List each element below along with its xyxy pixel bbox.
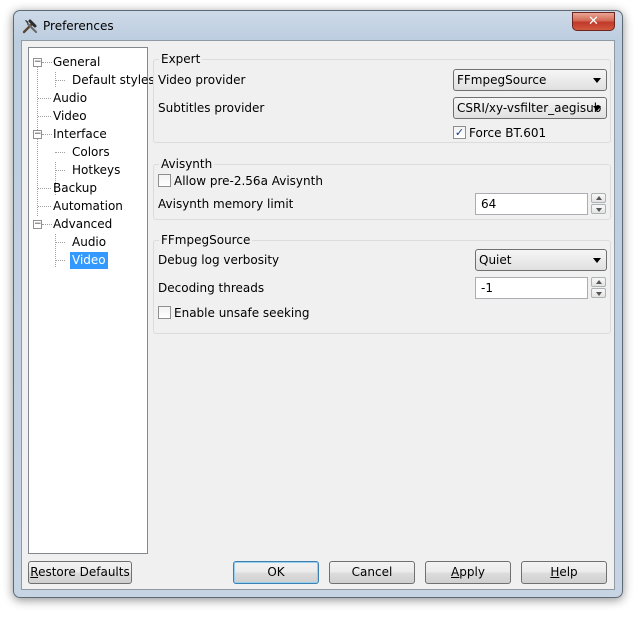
video-provider-label: Video provider <box>158 73 246 87</box>
decoding-threads-label: Decoding threads <box>158 281 265 295</box>
tree-line <box>55 234 56 267</box>
subtitles-provider-dropdown[interactable]: CSRI/xy-vsfilter_aegisub <box>453 97 607 119</box>
checkmark-icon: ✓ <box>454 126 465 139</box>
help-label: elp <box>559 565 578 579</box>
close-icon: ✕ <box>588 14 599 29</box>
title-bar[interactable]: Preferences ✕ <box>14 11 622 41</box>
allow-pre-avisynth-label[interactable]: Allow pre-2.56a Avisynth <box>174 174 323 188</box>
tree-item-interface[interactable]: Interface <box>53 126 107 143</box>
spin-up-button[interactable] <box>591 193 606 203</box>
ffmpegsource-group-title: FFmpegSource <box>159 233 253 247</box>
collapse-general-icon[interactable]: − <box>33 58 42 67</box>
category-tree[interactable]: − − − General Default styles Audio Video… <box>28 47 155 554</box>
enable-unsafe-seeking-label[interactable]: Enable unsafe seeking <box>174 306 309 320</box>
tree-line <box>55 260 65 261</box>
help-button[interactable]: Help <box>521 561 607 584</box>
debug-log-verbosity-dropdown[interactable]: Quiet <box>475 249 607 271</box>
arrow-down-icon <box>596 208 602 212</box>
dialog-body: − − − General Default styles Audio Video… <box>21 40 615 590</box>
chevron-down-icon <box>593 78 601 83</box>
avisynth-group-title: Avisynth <box>159 157 215 171</box>
allow-pre-avisynth-checkbox[interactable] <box>158 174 171 187</box>
cancel-label: Cancel <box>351 565 393 579</box>
force-bt601-label[interactable]: Force BT.601 <box>469 126 546 140</box>
tree-line <box>55 80 65 81</box>
debug-log-verbosity-label: Debug log verbosity <box>158 253 280 267</box>
tree-line <box>55 152 65 153</box>
tree-item-advanced-video[interactable]: Video <box>70 252 108 269</box>
close-button[interactable]: ✕ <box>572 12 615 31</box>
tree-line <box>42 224 52 225</box>
arrow-down-icon <box>596 292 602 296</box>
tree-line <box>38 188 51 189</box>
spin-down-button[interactable] <box>591 204 606 214</box>
video-provider-dropdown[interactable]: FFmpegSource <box>453 69 607 91</box>
tree-line <box>38 116 51 117</box>
spin-up-button[interactable] <box>591 277 606 287</box>
collapse-interface-icon[interactable]: − <box>33 130 42 139</box>
tree-item-advanced[interactable]: Advanced <box>53 216 112 233</box>
expert-group-title: Expert <box>159 52 203 66</box>
restore-defaults-label: estore Defaults <box>38 565 130 579</box>
help-mnemonic: H <box>550 565 560 579</box>
tree-line <box>42 134 52 135</box>
tree-item-hotkeys[interactable]: Hotkeys <box>72 162 120 179</box>
avisynth-memory-limit-label: Avisynth memory limit <box>158 197 294 211</box>
tree-line <box>42 62 52 63</box>
tree-line <box>55 242 65 243</box>
chevron-down-icon <box>593 258 601 263</box>
tree-item-audio[interactable]: Audio <box>53 90 87 107</box>
debug-log-verbosity-value: Quiet <box>479 253 512 267</box>
video-provider-value: FFmpegSource <box>457 73 547 87</box>
arrow-up-icon <box>596 196 602 200</box>
subtitles-provider-label: Subtitles provider <box>158 101 265 115</box>
tree-line <box>55 170 65 171</box>
enable-unsafe-seeking-checkbox[interactable] <box>158 306 171 319</box>
apply-label: pply <box>459 565 485 579</box>
tree-line <box>37 62 38 216</box>
collapse-advanced-icon[interactable]: − <box>33 220 42 229</box>
preferences-window: Preferences ✕ − − − General Default styl… <box>13 10 623 598</box>
ok-label: OK <box>267 565 285 579</box>
tree-item-advanced-audio[interactable]: Audio <box>72 234 106 251</box>
force-bt601-checkbox[interactable]: ✓ <box>453 126 466 139</box>
restore-defaults-mnemonic: R <box>30 565 39 579</box>
tree-item-colors[interactable]: Colors <box>72 144 110 161</box>
arrow-up-icon <box>596 280 602 284</box>
tree-item-automation[interactable]: Automation <box>53 198 123 215</box>
subtitles-provider-value: CSRI/xy-vsfilter_aegisub <box>457 101 602 115</box>
tree-item-default-styles[interactable]: Default styles <box>72 72 155 89</box>
tree-item-general[interactable]: General <box>53 54 100 71</box>
avisynth-memory-limit-input[interactable]: 64 <box>475 193 588 215</box>
chevron-down-icon <box>593 106 601 111</box>
cancel-button[interactable]: Cancel <box>329 561 415 584</box>
window-title: Preferences <box>43 19 114 33</box>
spin-down-button[interactable] <box>591 288 606 298</box>
tree-line <box>38 206 51 207</box>
ok-button[interactable]: OK <box>233 561 319 584</box>
decoding-threads-input[interactable]: -1 <box>475 277 588 299</box>
restore-defaults-button[interactable]: Restore Defaults <box>28 561 132 584</box>
tools-icon <box>22 19 38 34</box>
tree-item-video[interactable]: Video <box>53 108 87 125</box>
tree-line <box>38 98 51 99</box>
apply-button[interactable]: Apply <box>425 561 511 584</box>
tree-item-backup[interactable]: Backup <box>53 180 97 197</box>
